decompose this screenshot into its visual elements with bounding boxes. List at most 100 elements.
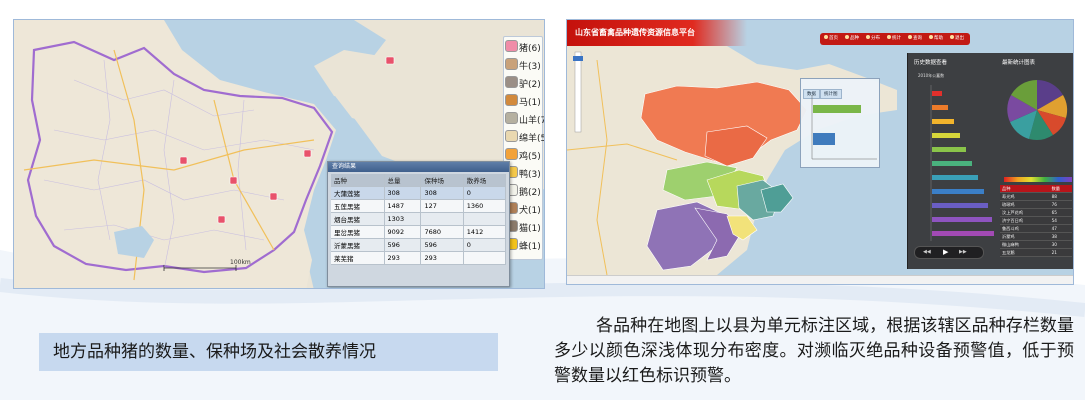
table-row[interactable]: 五莲黑猪 1487 127 1360 [331,199,507,213]
column-header[interactable]: 品种 [1000,185,1050,193]
legend-item[interactable]: 鸭(3) [505,166,543,183]
pig-icon [505,40,518,52]
legend-item[interactable]: 蜂(1) [505,238,543,255]
table-cell: 里岔黑猪 [331,225,385,239]
table-row[interactable]: 五龙鹅 21 [1000,248,1072,257]
table-cell: 沂蒙黑猪 [331,238,385,252]
table-row[interactable]: 沂蒙鸡 38 [1000,232,1072,241]
legend-item[interactable]: 牛(3) [505,58,543,75]
next-icon[interactable]: ▶▶ [959,248,967,257]
legend-label: 猪(6) [519,44,541,54]
table-row[interactable]: 微山麻鸭 30 [1000,240,1072,249]
legend-item[interactable]: 鸡(5) [505,148,543,165]
toolbar-label: 分布 [871,36,880,41]
legend-item[interactable]: 驴(2) [505,76,543,93]
legend-label: 猫(1) [519,224,541,234]
table-cell: 烟台黑猪 [331,212,385,226]
right-caption: 各品种在地图上以县为单元标注区域，根据该辖区品种存栏数量多少以颜色深浅体现分布密… [554,316,1074,386]
toolbar-button[interactable]: 查询 [908,33,922,45]
toolbar-icon [866,35,870,39]
toolbar-button[interactable]: 帮助 [929,33,943,45]
table-cell: 596 [420,238,464,252]
play-icon[interactable]: ▶ [943,248,948,257]
column-header[interactable]: 散养场 [463,174,507,187]
table-row[interactable]: 里岔黑猪 9092 7680 1412 [331,225,507,239]
table-cell: 1487 [384,199,422,213]
table-row[interactable]: 琅琊鸡 76 [1000,200,1072,209]
table-cell: 65 [1049,208,1072,217]
chicken-icon [505,148,518,160]
table-cell: 0 [463,238,507,252]
history-title[interactable]: 历史数据查看 [914,57,947,69]
toolbar-label: 查询 [913,36,922,41]
table-cell: 127 [420,199,464,213]
table-row[interactable]: 烟台黑猪 1303 [331,212,507,226]
legend-label: 犬(1) [519,206,541,216]
horse-icon [505,94,518,106]
legend-label: 绵羊(5) [519,134,544,144]
toolbar-icon [908,35,912,39]
table-cell: 汶上芦花鸡 [1000,208,1050,217]
table-cell: 鲁西斗鸡 [1000,224,1050,233]
legend-item[interactable]: 猫(1) [505,220,543,237]
toolbar-button[interactable]: 退出 [950,33,964,45]
legend-item[interactable]: 猪(6) [505,40,543,57]
latest-pie-chart [1007,79,1068,140]
table-row[interactable]: 寿光鸡 88 [1000,192,1072,201]
previous-icon[interactable]: ◀◀ [923,248,931,257]
toolbar-icon [845,35,849,39]
history-bar-chart [930,85,994,241]
top-toolbar: 首页 品种 分布 统计 查询 帮助 退出 [820,33,970,45]
table-header-row: 品种 数量 [1000,185,1072,193]
toolbar-label: 退出 [955,36,964,41]
column-header[interactable]: 保种场 [420,174,464,187]
table-cell: 济宁百日鸡 [1000,216,1050,225]
table-header-row: 品种 总量 保种场 散养场 [331,174,507,187]
table-cell [420,212,464,226]
toolbar-button[interactable]: 首页 [824,33,838,45]
table-cell: 596 [384,238,422,252]
popup-bar-green [813,105,861,113]
table-cell: 莱芜猪 [331,251,385,265]
stats-window-title[interactable]: 查询结果 [328,162,509,172]
legend-item[interactable]: 绵羊(5) [505,130,544,147]
latest-chart-title[interactable]: 最新统计图表 [1002,57,1035,69]
platform-title: 山东省畜禽品种遗传资源信息平台 [567,20,747,46]
table-cell [463,212,507,226]
statistics-popup[interactable]: 数据 统计图 [800,78,880,168]
popup-bar-chart [811,95,877,160]
legend-item[interactable]: 犬(1) [505,202,543,219]
table-row[interactable]: 鲁西斗鸡 47 [1000,224,1072,233]
playback-controls[interactable]: ▶ ◀◀ ▶▶ [914,246,984,259]
table-cell: 1360 [463,199,507,213]
cow-icon [505,58,518,70]
toolbar-button[interactable]: 品种 [845,33,859,45]
toolbar-icon [950,35,954,39]
toolbar-label: 帮助 [934,36,943,41]
table-cell: 寿光鸡 [1000,192,1050,201]
platform-footer [567,275,1073,284]
table-row[interactable]: 汶上芦花鸡 65 [1000,208,1072,217]
toolbar-label: 首页 [829,36,838,41]
table-cell: 54 [1049,216,1072,225]
goat-icon [505,112,518,124]
legend-item[interactable]: 马(1) [505,94,543,111]
sheep-icon [505,130,518,142]
column-header[interactable]: 品种 [331,174,385,187]
toolbar-button[interactable]: 分布 [866,33,880,45]
column-header[interactable]: 数量 [1049,185,1072,193]
pig-statistics-window[interactable]: 查询结果 品种 总量 保种场 散养场 大蒲莲猪 308 308 0 五莲黑猪 1487 127 136… [327,161,510,287]
table-row[interactable]: 济宁百日鸡 54 [1000,216,1072,225]
legend-item[interactable]: 山羊(7) [505,112,544,129]
legend-label: 驴(2) [519,80,541,90]
toolbar-button[interactable]: 统计 [887,33,901,45]
table-cell: 大蒲莲猪 [331,186,385,200]
column-header[interactable]: 总量 [384,174,422,187]
toolbar-label: 统计 [892,36,901,41]
table-row[interactable]: 沂蒙黑猪 596 596 0 [331,238,507,252]
table-row[interactable]: 莱芜猪 293 293 [331,251,507,265]
legend-item[interactable]: 鹅(2) [505,184,543,201]
table-row[interactable]: 大蒲莲猪 308 308 0 [331,186,507,200]
table-cell: 琅琊鸡 [1000,200,1050,209]
table-cell: 30 [1049,240,1072,249]
